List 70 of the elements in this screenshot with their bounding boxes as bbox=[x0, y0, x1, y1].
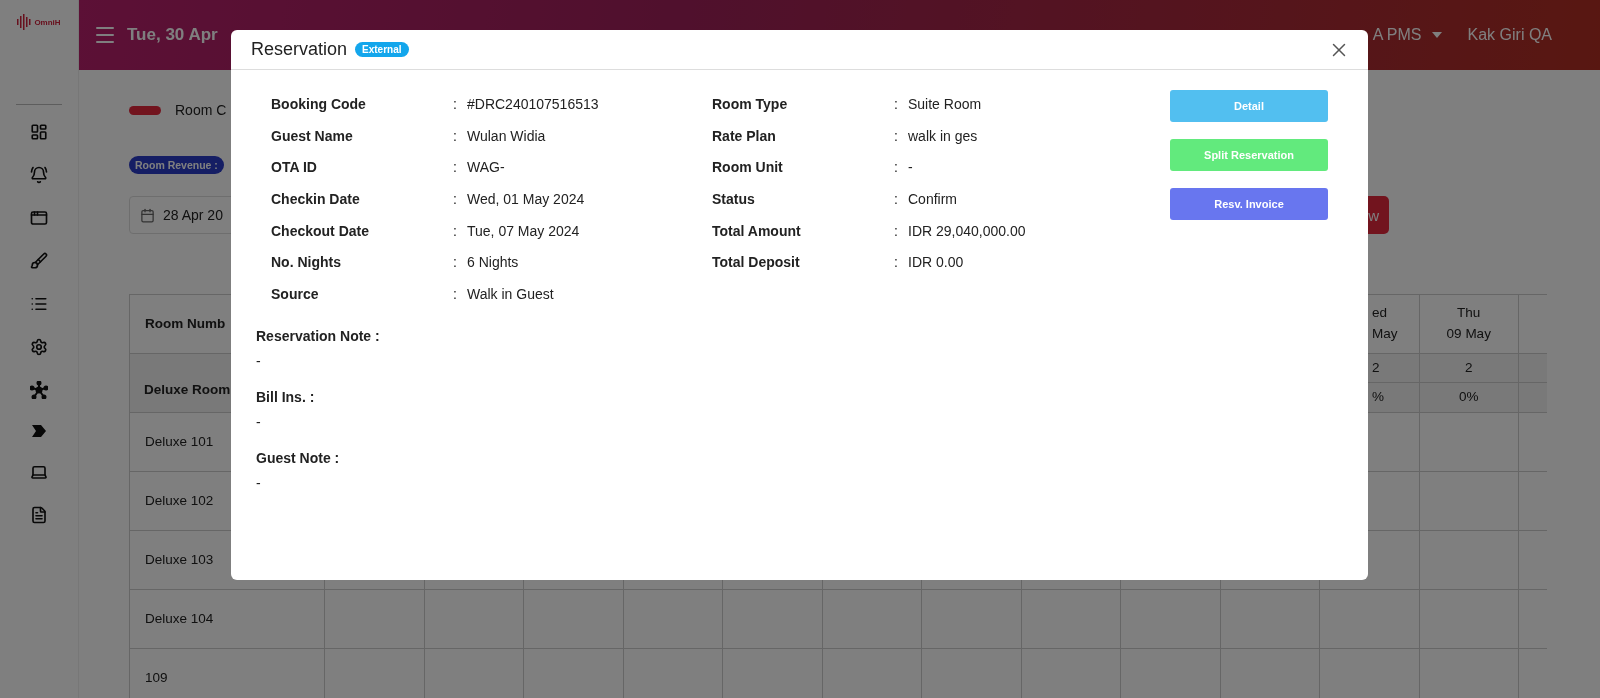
note-value: - bbox=[256, 413, 262, 430]
note-value: - bbox=[256, 352, 262, 369]
field-value: WAG- bbox=[467, 159, 506, 176]
field-label: Status bbox=[712, 190, 756, 207]
field-label: Guest Name bbox=[271, 127, 354, 144]
field-label: Checkin Date bbox=[271, 190, 361, 207]
action-button[interactable]: Detail bbox=[1170, 90, 1328, 122]
field-separator: : bbox=[453, 127, 458, 144]
field-value: Tue, 07 May 2024 bbox=[467, 222, 581, 239]
count-cell: 2 bbox=[1419, 354, 1519, 383]
field-value: #DRC240107516513 bbox=[467, 95, 600, 112]
field-value: IDR 0.00 bbox=[908, 254, 965, 271]
logo-icon bbox=[17, 14, 32, 30]
field-value: 6 Nights bbox=[467, 254, 520, 271]
field-label: No. Nights bbox=[271, 254, 342, 271]
field-separator: : bbox=[894, 190, 899, 207]
note-value: - bbox=[256, 474, 262, 491]
dialog-title: Reservation bbox=[251, 39, 348, 60]
field-label: Total Deposit bbox=[712, 254, 801, 271]
source-badge: External bbox=[355, 42, 409, 57]
field-value: Confirm bbox=[908, 190, 958, 207]
field-label: Room Type bbox=[712, 95, 789, 112]
field-label: Room Unit bbox=[712, 159, 784, 176]
list-icon[interactable] bbox=[30, 295, 48, 313]
note-label: Bill Ins. : bbox=[256, 388, 316, 405]
field-separator: : bbox=[453, 222, 458, 239]
legend-swatch bbox=[129, 105, 161, 115]
field-label: Booking Code bbox=[271, 95, 367, 112]
field-separator: : bbox=[453, 159, 458, 176]
settings-icon[interactable] bbox=[30, 338, 48, 356]
field-value: Suite Room bbox=[908, 95, 983, 112]
field-value: Walk in Guest bbox=[467, 285, 555, 302]
field-separator: : bbox=[894, 127, 899, 144]
caret-icon bbox=[1431, 32, 1442, 38]
action-button[interactable]: Resv. Invoice bbox=[1170, 188, 1328, 220]
field-separator: : bbox=[894, 95, 899, 112]
brush-icon[interactable] bbox=[30, 252, 48, 270]
dashboard-icon[interactable] bbox=[30, 123, 48, 141]
field-separator: : bbox=[453, 190, 458, 207]
chevron-tag-icon bbox=[31, 424, 47, 438]
day-header: Thu 09 May bbox=[1419, 295, 1519, 354]
field-separator: : bbox=[453, 95, 458, 112]
logo-text: OmniH bbox=[34, 17, 61, 27]
field-separator: : bbox=[453, 285, 458, 302]
field-value: - bbox=[908, 159, 914, 176]
bell-icon[interactable] bbox=[30, 166, 48, 184]
field-value: Wed, 01 May 2024 bbox=[467, 190, 586, 207]
field-label: Rate Plan bbox=[712, 127, 777, 144]
legend-label: Room C bbox=[175, 102, 227, 118]
window-icon[interactable] bbox=[30, 209, 48, 227]
field-value: IDR 29,040,000.00 bbox=[908, 222, 1027, 239]
network-icon bbox=[30, 381, 48, 399]
field-label: Total Amount bbox=[712, 222, 802, 239]
current-date: Tue, 30 Apr bbox=[127, 25, 218, 45]
calendar-icon bbox=[140, 207, 155, 223]
property-selector[interactable]: A PMS bbox=[1372, 26, 1422, 44]
field-separator: : bbox=[453, 254, 458, 271]
revenue-badge: Room Revenue : bbox=[129, 156, 224, 174]
laptop-icon[interactable] bbox=[30, 463, 48, 481]
field-separator: : bbox=[894, 159, 899, 176]
field-value: Wulan Widia bbox=[467, 127, 547, 144]
field-label: OTA ID bbox=[271, 159, 318, 176]
field-separator: : bbox=[894, 222, 899, 239]
room-cell: Deluxe 104 bbox=[130, 590, 325, 649]
field-label: Checkout Date bbox=[271, 222, 371, 239]
occupancy-cell: 0% bbox=[1419, 383, 1519, 413]
user-name[interactable]: Kak Giri QA bbox=[1467, 26, 1552, 44]
field-value: walk in ges bbox=[908, 127, 979, 144]
document-icon[interactable] bbox=[30, 506, 48, 524]
field-separator: : bbox=[894, 254, 899, 271]
